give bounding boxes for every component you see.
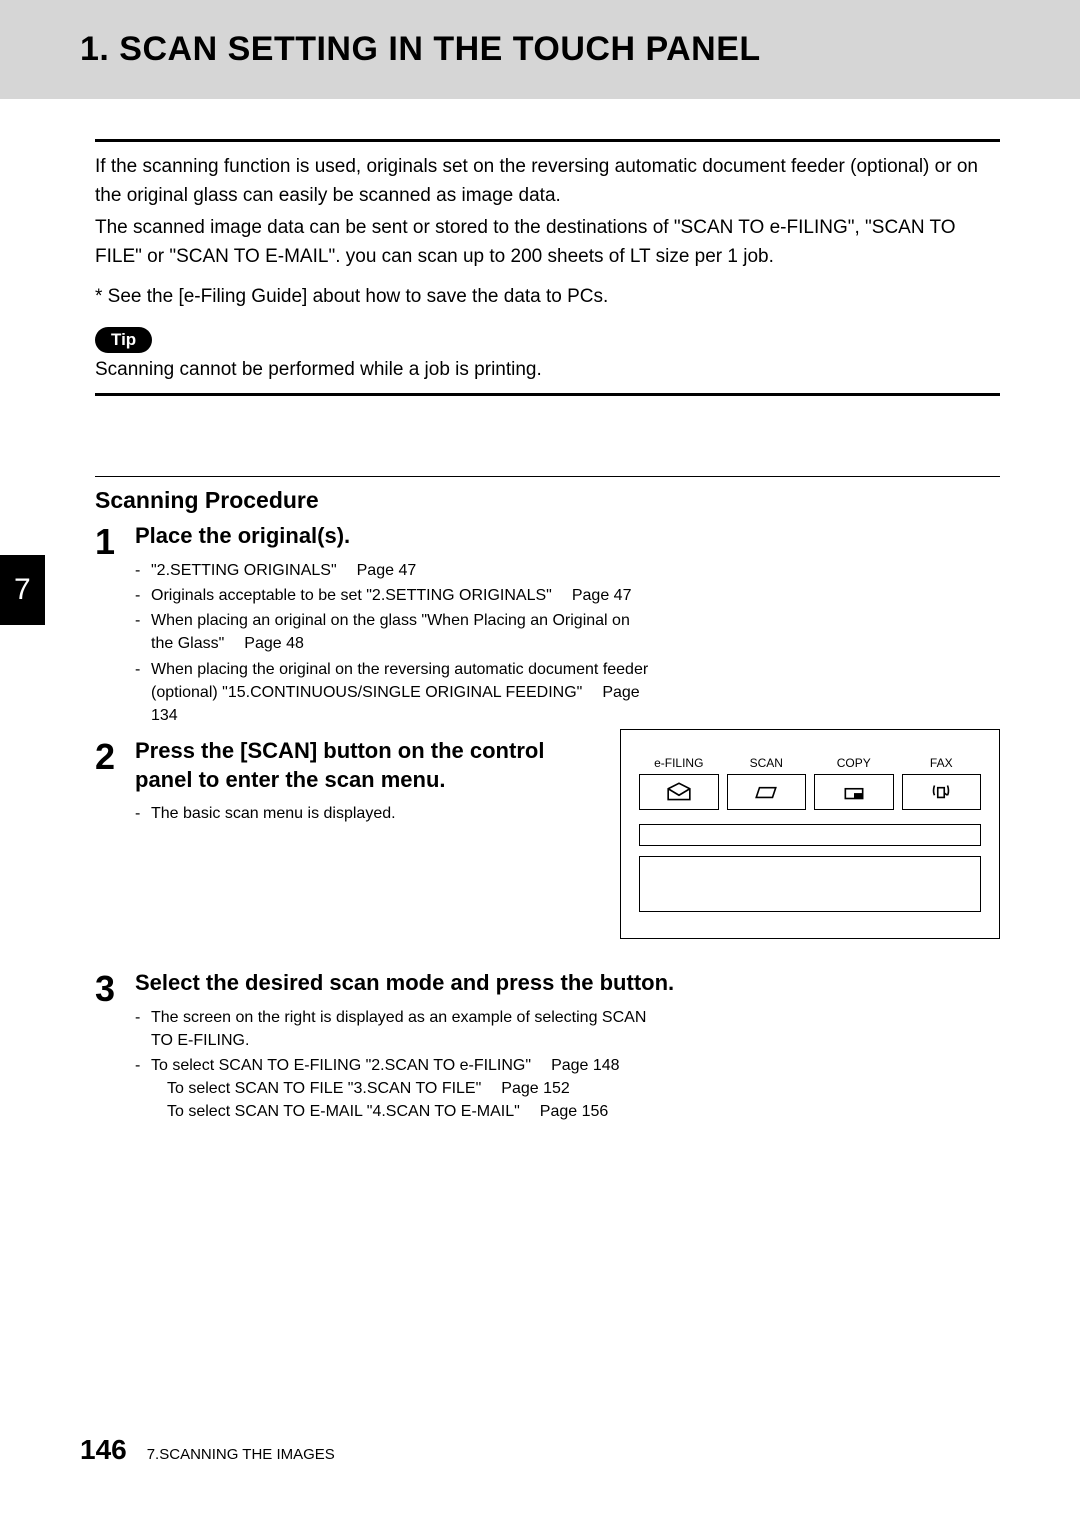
step-number: 2: [95, 737, 135, 939]
intro-paragraph: The scanned image data can be sent or st…: [95, 213, 1000, 272]
mailbox-icon: [666, 781, 692, 803]
control-panel-diagram: e-FILING SCAN COPY FAX: [620, 729, 1000, 939]
section-title: Scanning Procedure: [95, 487, 1000, 514]
panel-button-efiling: e-FILING: [639, 756, 719, 810]
page-ref: Page 47: [552, 587, 632, 604]
tip-badge: Tip: [95, 327, 152, 353]
list-item: The basic scan menu is displayed.: [135, 802, 590, 825]
page-ref: Page 47: [337, 562, 417, 579]
page-ref: Page 156: [520, 1103, 609, 1120]
list-item: To select SCAN TO E-FILING "2.SCAN TO e-…: [135, 1054, 655, 1124]
intro-paragraph: If the scanning function is used, origin…: [95, 152, 1000, 211]
panel-button-copy: COPY: [814, 756, 894, 810]
page-header: 1. SCAN SETTING IN THE TOUCH PANEL: [0, 0, 1080, 99]
fax-icon: [928, 781, 954, 803]
scanner-icon: [753, 781, 779, 803]
list-item: Originals acceptable to be set "2.SETTIN…: [135, 584, 655, 607]
list-item: The screen on the right is displayed as …: [135, 1006, 655, 1052]
divider: [95, 139, 1000, 142]
page-ref: Page 152: [481, 1080, 570, 1097]
panel-button-scan: SCAN: [727, 756, 807, 810]
panel-strip: [639, 824, 981, 846]
step-1: 1 Place the original(s). "2.SETTING ORIG…: [95, 522, 1000, 729]
step-2: 2 Press the [SCAN] button on the control…: [95, 737, 590, 939]
divider: [95, 476, 1000, 477]
step-title: Place the original(s).: [135, 522, 1000, 551]
list-item: "2.SETTING ORIGINALS"Page 47: [135, 559, 655, 582]
panel-strip: [639, 856, 981, 912]
page-footer: 146 7.SCANNING THE IMAGES: [80, 1434, 335, 1466]
step-title: Select the desired scan mode and press t…: [135, 969, 1000, 998]
tip-text: Scanning cannot be performed while a job…: [95, 359, 1000, 381]
list-item: When placing the original on the reversi…: [135, 658, 655, 728]
step-number: 1: [95, 522, 135, 729]
intro-block: If the scanning function is used, origin…: [95, 152, 1000, 311]
step-title: Press the [SCAN] button on the control p…: [135, 737, 590, 794]
page-ref: Page 48: [224, 635, 304, 652]
copy-icon: [841, 781, 867, 803]
panel-button-fax: FAX: [902, 756, 982, 810]
list-item: When placing an original on the glass "W…: [135, 609, 655, 655]
footer-chapter: 7.SCANNING THE IMAGES: [147, 1446, 335, 1463]
page-ref: Page 148: [531, 1057, 620, 1074]
footnote: * See the [e-Filing Guide] about how to …: [95, 282, 1000, 311]
page-number: 146: [80, 1434, 127, 1466]
step-number: 3: [95, 969, 135, 1126]
page-title: 1. SCAN SETTING IN THE TOUCH PANEL: [80, 30, 1080, 69]
step-3: 3 Select the desired scan mode and press…: [95, 969, 1000, 1126]
divider: [95, 393, 1000, 396]
